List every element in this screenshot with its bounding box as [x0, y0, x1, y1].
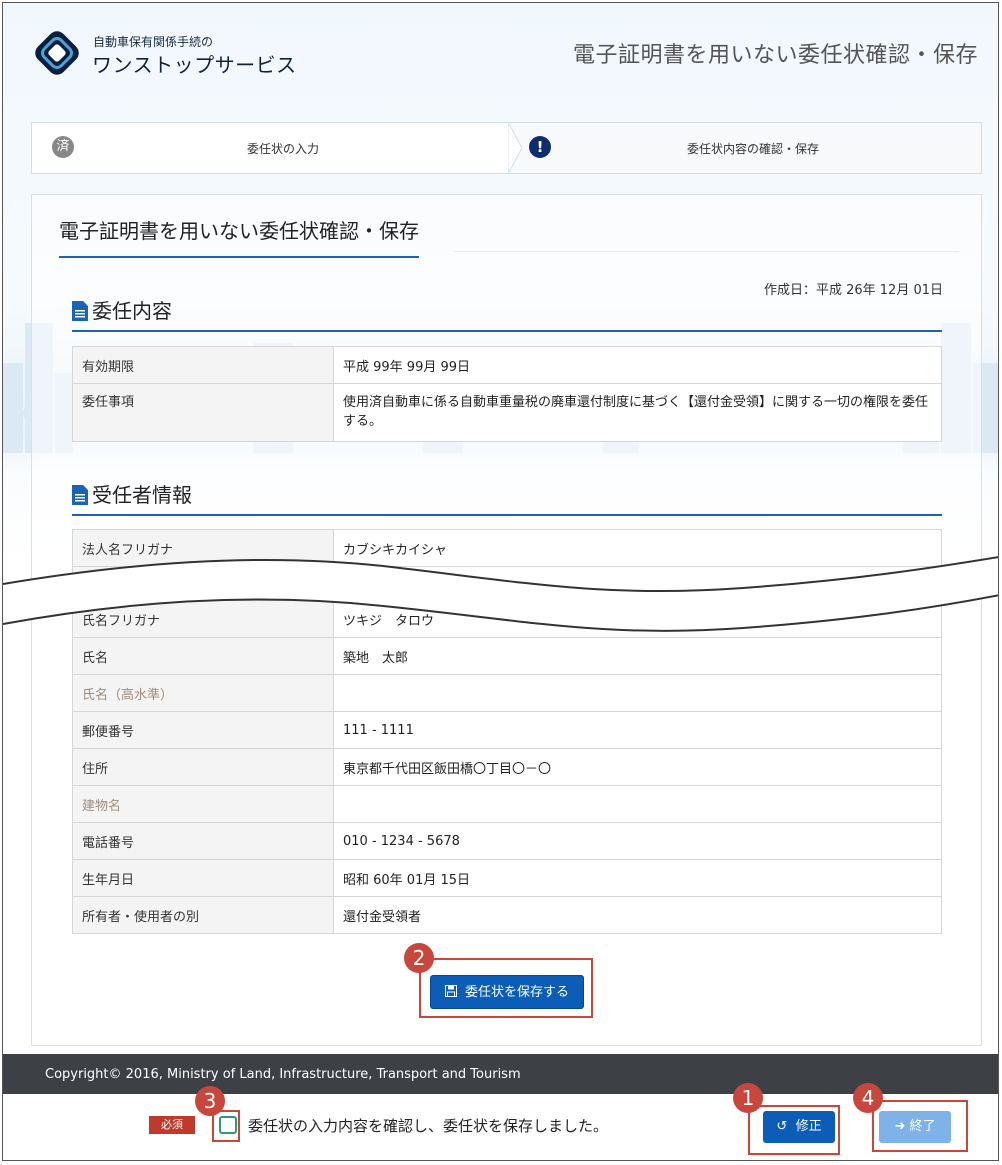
section-heading-text: 委任内容 — [92, 299, 172, 323]
table-row: 氏名 築地 太郎 — [72, 637, 942, 675]
step-confirm-label: 委任状内容の確認・保存 — [687, 142, 820, 156]
header: 自動車保有関係手続の ワンストップサービス 電子証明書を用いない委任状確認・保存 — [3, 3, 998, 103]
table-key: 氏名（高水準） — [72, 674, 334, 712]
progress-stepper: 済 委任状の入力 ! 委任状内容の確認・保存 — [31, 122, 982, 174]
section-heading-delegation: 委任内容 — [72, 295, 942, 332]
table-row: 生年月日 昭和 60年 01月 15日 — [72, 859, 942, 897]
table-value: 昭和 60年 01月 15日 — [333, 859, 942, 897]
table-row: 有効期限 平成 99年 99月 99日 — [72, 346, 942, 384]
table-key: 委任事項 — [72, 383, 334, 442]
marker-number-1: 1 — [733, 1083, 763, 1113]
footer-copyright: Copyright© 2016, Ministry of Land, Infra… — [3, 1054, 998, 1094]
table-row: 所有者・使用者の別 還付金受領者 — [72, 896, 942, 934]
table-key: 電話番号 — [72, 822, 334, 860]
table-row: 郵便番号 111 - 1111 — [72, 711, 942, 749]
delegate-table: 氏名フリガナ ツキジ タロウ 氏名 築地 太郎 氏名（高水準） 郵便番号 111… — [72, 600, 942, 934]
required-badge: 必須 — [149, 1116, 195, 1134]
table-row: 住所 東京都千代田区飯田橋〇丁目〇－〇 — [72, 748, 942, 786]
table-row: 委任事項 使用済自動車に係る自動車重量税の廃車還付制度に基づく【還付金受領】に関… — [72, 383, 942, 442]
marker-box-3 — [212, 1110, 240, 1142]
table-value: 平成 99年 99月 99日 — [333, 346, 942, 384]
logo-subtitle: 自動車保有関係手続の — [93, 35, 214, 49]
table-value: 還付金受領者 — [333, 896, 942, 934]
document-icon — [72, 485, 88, 505]
step-arrow-icon — [508, 122, 523, 174]
marker-box-4 — [872, 1100, 968, 1152]
table-key: 郵便番号 — [72, 711, 334, 749]
table-key: 建物名 — [72, 785, 334, 823]
table-row: 氏名（高水準） — [72, 674, 942, 712]
step-input-label: 委任状の入力 — [247, 142, 320, 156]
table-row: 建物名 — [72, 785, 942, 823]
marker-number-3: 3 — [195, 1086, 225, 1116]
table-key: 所有者・使用者の別 — [72, 896, 334, 934]
logo-title: ワンストップサービス — [92, 53, 297, 77]
page-heading: 電子証明書を用いない委任状確認・保存 — [572, 43, 978, 68]
marker-number-4: 4 — [853, 1083, 883, 1113]
table-value — [333, 674, 942, 712]
table-value: 使用済自動車に係る自動車重量税の廃車還付制度に基づく【還付金受領】に関する一切の… — [333, 383, 942, 442]
app-window: 自動車保有関係手続の ワンストップサービス 電子証明書を用いない委任状確認・保存… — [2, 2, 999, 1161]
page-break-wave — [3, 556, 998, 632]
logo-icon — [35, 31, 79, 75]
table-value: 111 - 1111 — [333, 711, 942, 749]
bottom-action-bar: 必須 委任状の入力内容を確認し、委任状を保存しました。 ↺ 修正 ➜ 終了 — [3, 1094, 998, 1160]
table-row: 電話番号 010 - 1234 - 5678 — [72, 822, 942, 860]
table-value — [333, 785, 942, 823]
confirm-checkbox-label[interactable]: 委任状の入力内容を確認し、委任状を保存しました。 — [248, 1115, 608, 1136]
table-value: 築地 太郎 — [333, 637, 942, 675]
marker-number-2: 2 — [404, 943, 434, 973]
table-value: 東京都千代田区飯田橋〇丁目〇－〇 — [333, 748, 942, 786]
marker-box-1 — [748, 1105, 840, 1155]
section-heading-text: 受任者情報 — [92, 483, 192, 507]
step-done-badge: 済 — [52, 136, 74, 158]
step-current-alert-icon: ! — [529, 136, 551, 158]
table-key: 氏名 — [72, 637, 334, 675]
table-key: 住所 — [72, 748, 334, 786]
divider — [454, 251, 959, 252]
panel-title: 電子証明書を用いない委任状確認・保存 — [59, 215, 419, 258]
table-value: 010 - 1234 - 5678 — [333, 822, 942, 860]
marker-box-2 — [419, 958, 593, 1018]
table-key: 有効期限 — [72, 346, 334, 384]
table-key: 生年月日 — [72, 859, 334, 897]
section-heading-delegate: 受任者情報 — [72, 479, 942, 516]
delegation-table: 有効期限 平成 99年 99月 99日 委任事項 使用済自動車に係る自動車重量税… — [72, 346, 942, 442]
document-icon — [72, 301, 88, 321]
